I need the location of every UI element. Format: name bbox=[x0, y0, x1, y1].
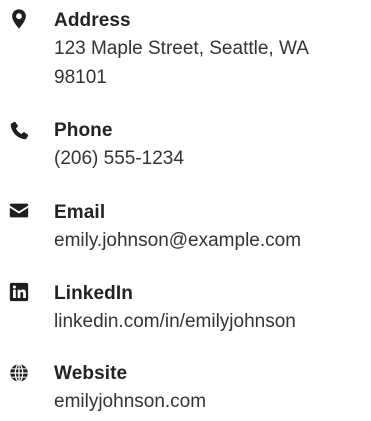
phone-label: Phone bbox=[54, 120, 113, 141]
contact-list: Address 123 Maple Street, Seattle, WA 98… bbox=[0, 0, 371, 421]
globe-icon bbox=[8, 362, 30, 384]
email-label: Email bbox=[54, 202, 106, 223]
phone-value: (206) 555-1234 bbox=[54, 148, 184, 169]
linkedin-label: LinkedIn bbox=[54, 283, 133, 304]
address-label: Address bbox=[54, 10, 131, 31]
envelope-icon bbox=[8, 200, 30, 222]
address-value: 123 Maple Street, Seattle, WA 98101 bbox=[54, 38, 308, 88]
linkedin-value: linkedin.com/in/emilyjohnson bbox=[54, 311, 296, 332]
contact-text-email: Email emily.johnson@example.com bbox=[54, 200, 369, 255]
website-label: Website bbox=[54, 363, 128, 384]
map-marker-icon bbox=[8, 8, 30, 30]
linkedin-icon bbox=[8, 281, 30, 303]
email-value: emily.johnson@example.com bbox=[54, 230, 302, 251]
contact-text-address: Address 123 Maple Street, Seattle, WA 98… bbox=[54, 8, 369, 92]
contact-text-phone: Phone (206) 555-1234 bbox=[54, 118, 369, 173]
contact-text-linkedin: LinkedIn linkedin.com/in/emilyjohnson bbox=[54, 281, 369, 336]
website-value: emilyjohnson.com bbox=[54, 391, 207, 412]
contact-text-website: Website emilyjohnson.com bbox=[54, 361, 369, 416]
phone-icon bbox=[8, 120, 30, 142]
